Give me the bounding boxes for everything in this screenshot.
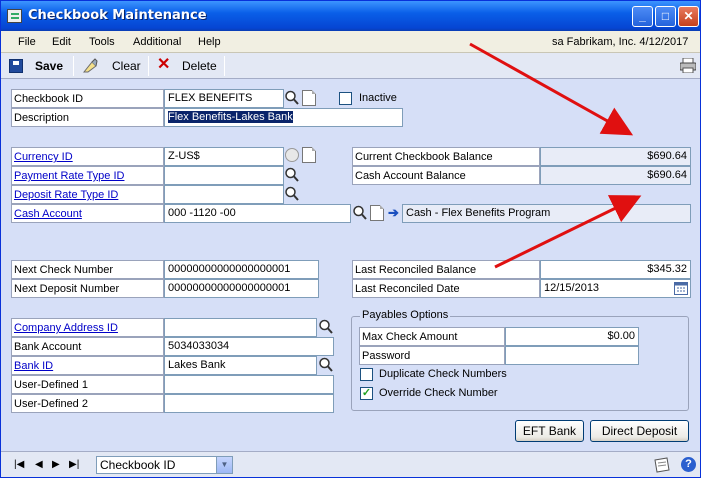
menu-additional[interactable]: Additional: [133, 36, 181, 48]
lookup-icon[interactable]: [352, 204, 368, 222]
override-check-number-checkbox[interactable]: ✓: [360, 387, 373, 400]
last-record-icon[interactable]: ▶|: [69, 460, 79, 470]
deposit-rate-type-link[interactable]: Deposit Rate Type ID: [11, 185, 164, 204]
clear-icon[interactable]: [82, 58, 98, 74]
first-record-icon[interactable]: |◀: [14, 460, 24, 470]
note-icon[interactable]: [370, 205, 384, 221]
note-pad-icon[interactable]: [653, 457, 671, 473]
note-icon[interactable]: [302, 90, 316, 106]
clear-button[interactable]: Clear: [112, 59, 141, 73]
next-check-number-field[interactable]: 00000000000000000001: [164, 260, 319, 279]
delete-button[interactable]: Delete: [182, 59, 217, 73]
window-title: Checkbook Maintenance: [28, 8, 207, 23]
lookup-icon[interactable]: [284, 166, 300, 184]
last-reconciled-date-label: Last Reconciled Date: [352, 279, 540, 298]
checkbook-id-label: Checkbook ID: [11, 89, 164, 108]
currency-id-field[interactable]: Z-US$: [164, 147, 284, 166]
max-check-amount-field[interactable]: $0.00: [505, 327, 639, 346]
title-bar[interactable]: Checkbook Maintenance _ □ ✕: [1, 1, 700, 31]
last-reconciled-balance-field[interactable]: $345.32: [540, 260, 691, 279]
save-icon[interactable]: [9, 59, 23, 73]
last-reconciled-date-field[interactable]: 12/15/2013: [540, 279, 691, 298]
eft-bank-button[interactable]: EFT Bank: [515, 420, 584, 442]
status-bar: |◀ ◀ ▶ ▶| Checkbook ID ▼ ?: [1, 451, 700, 477]
user-defined-2-field[interactable]: [164, 394, 334, 413]
chevron-down-icon[interactable]: ▼: [216, 457, 232, 473]
save-button[interactable]: Save: [35, 59, 63, 73]
payment-rate-type-field[interactable]: [164, 166, 284, 185]
bank-account-label: Bank Account: [11, 337, 164, 356]
last-reconciled-balance-label: Last Reconciled Balance: [352, 260, 540, 279]
next-deposit-number-field[interactable]: 00000000000000000001: [164, 279, 319, 298]
inactive-checkbox[interactable]: [339, 92, 352, 105]
user-defined-1-field[interactable]: [164, 375, 334, 394]
lookup-icon[interactable]: [318, 356, 334, 374]
payables-options-title: Payables Options: [360, 309, 451, 321]
override-check-number-label: Override Check Number: [379, 387, 498, 399]
direct-deposit-button[interactable]: Direct Deposit: [590, 420, 689, 442]
current-checkbook-balance-label: Current Checkbook Balance: [352, 147, 540, 166]
duplicate-check-numbers-label: Duplicate Check Numbers: [379, 368, 507, 380]
menu-help[interactable]: Help: [198, 36, 221, 48]
toolbar-separator: [73, 56, 74, 76]
maximize-button[interactable]: □: [655, 6, 676, 27]
bank-id-link[interactable]: Bank ID: [11, 356, 164, 375]
note-icon[interactable]: [302, 147, 316, 163]
menu-bar: File Edit Tools Additional Help sa Fabri…: [1, 31, 700, 53]
deposit-rate-type-field[interactable]: [164, 185, 284, 204]
payment-rate-type-link[interactable]: Payment Rate Type ID: [11, 166, 164, 185]
company-address-id-link[interactable]: Company Address ID: [11, 318, 164, 337]
current-checkbook-balance-value: $690.64: [540, 147, 691, 166]
toolbar: Save Clear ✕ Delete: [1, 53, 700, 79]
sort-by-value: Checkbook ID: [100, 458, 176, 472]
cash-account-link[interactable]: Cash Account: [11, 204, 164, 223]
checkbook-maintenance-window: Checkbook Maintenance _ □ ✕ File Edit To…: [0, 0, 701, 478]
company-and-date: sa Fabrikam, Inc. 4/12/2017: [552, 36, 689, 48]
expansion-arrow-icon[interactable]: ➔: [388, 205, 399, 221]
app-icon: [7, 9, 22, 23]
duplicate-check-numbers-checkbox[interactable]: [360, 368, 373, 381]
company-address-id-field[interactable]: [164, 318, 317, 337]
currency-id-link[interactable]: Currency ID: [11, 147, 164, 166]
user-defined-2-label: User-Defined 2: [11, 394, 164, 413]
lookup-icon[interactable]: [284, 185, 300, 203]
cash-account-balance-label: Cash Account Balance: [352, 166, 540, 185]
description-value: Flex Benefits-Lakes Bank: [168, 111, 293, 123]
inactive-label: Inactive: [359, 92, 397, 104]
menu-tools[interactable]: Tools: [89, 36, 115, 48]
next-record-icon[interactable]: ▶: [52, 460, 60, 470]
checkbook-id-field[interactable]: FLEX BENEFITS: [164, 89, 284, 108]
help-icon[interactable]: ?: [681, 457, 696, 472]
password-field[interactable]: [505, 346, 639, 365]
user-defined-1-label: User-Defined 1: [11, 375, 164, 394]
next-check-number-label: Next Check Number: [11, 260, 164, 279]
max-check-amount-label: Max Check Amount: [359, 327, 505, 346]
bank-id-field[interactable]: Lakes Bank: [164, 356, 317, 375]
delete-icon[interactable]: ✕: [157, 57, 170, 73]
form-area: Checkbook ID FLEX BENEFITS Inactive Desc…: [1, 80, 700, 450]
password-label: Password: [359, 346, 505, 365]
cash-account-balance-value: $690.64: [540, 166, 691, 185]
cash-account-field[interactable]: 000 -1120 -00: [164, 204, 351, 223]
calendar-icon[interactable]: [674, 281, 688, 295]
close-button[interactable]: ✕: [678, 6, 699, 27]
lookup-icon[interactable]: [318, 318, 334, 336]
next-deposit-number-label: Next Deposit Number: [11, 279, 164, 298]
minimize-button[interactable]: _: [632, 6, 653, 27]
previous-record-icon[interactable]: ◀: [35, 460, 43, 470]
toolbar-separator: [148, 56, 149, 76]
lookup-icon[interactable]: [284, 89, 300, 107]
menu-edit[interactable]: Edit: [52, 36, 71, 48]
description-label: Description: [11, 108, 164, 127]
bank-account-field[interactable]: 5034033034: [164, 337, 334, 356]
sort-by-dropdown[interactable]: Checkbook ID ▼: [96, 456, 233, 474]
toolbar-separator: [224, 56, 225, 76]
printer-icon[interactable]: [680, 58, 696, 73]
menu-file[interactable]: File: [18, 36, 36, 48]
cash-account-description: Cash - Flex Benefits Program: [402, 204, 691, 223]
currency-disabled-icon: [285, 148, 299, 162]
description-field[interactable]: Flex Benefits-Lakes Bank: [164, 108, 403, 127]
